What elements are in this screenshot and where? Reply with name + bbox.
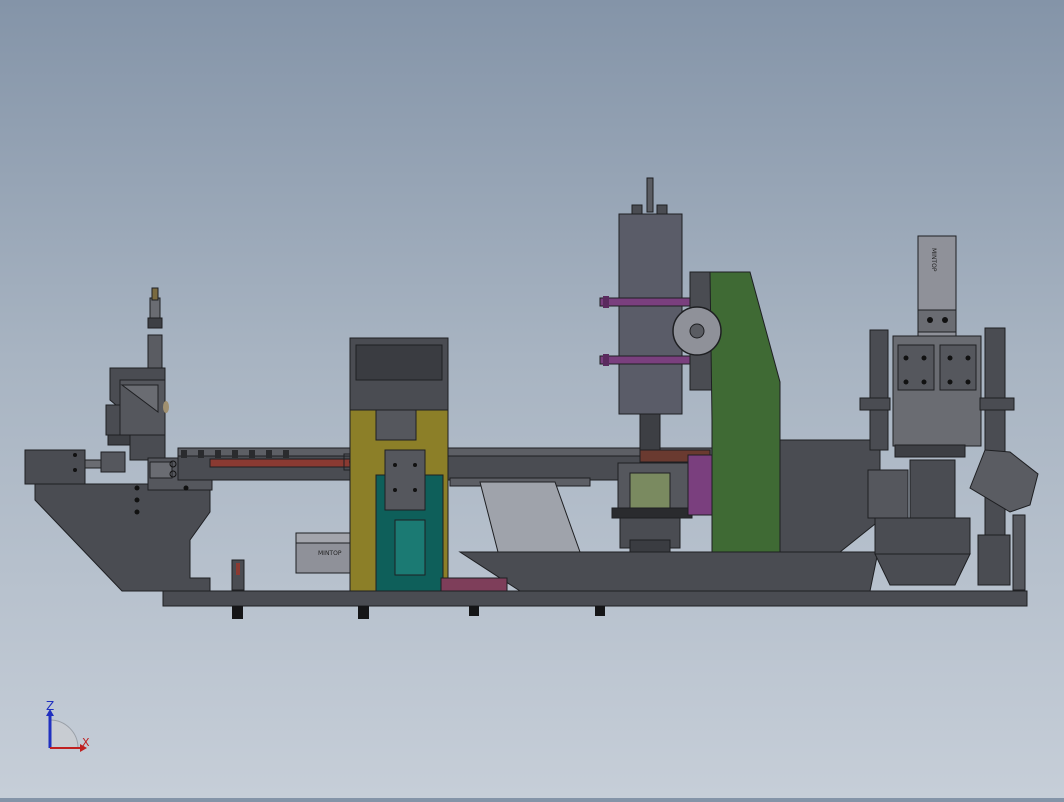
cad-viewport[interactable]: MINTOP MINTOP Z X xyxy=(0,0,1064,798)
base-plate xyxy=(162,590,1028,619)
slide-panel xyxy=(479,481,581,553)
hopper-tray xyxy=(440,551,879,592)
z-axis-label: Z xyxy=(46,699,54,713)
x-axis-label: X xyxy=(82,736,90,749)
coordinate-triad: Z X xyxy=(46,699,90,752)
tilted-bin xyxy=(969,449,1039,513)
vertical-cylinder-label: MINTOP xyxy=(930,248,937,272)
motor-column xyxy=(599,177,693,451)
cylinder-label: MINTOP xyxy=(318,550,342,557)
left-cylinder-tower xyxy=(105,287,169,461)
lower-left-cylinder: MINTOP xyxy=(231,532,371,591)
leveling-feet xyxy=(232,606,605,619)
right-tower: MINTOP xyxy=(859,235,1026,591)
rotary-unit xyxy=(611,449,713,553)
assembly-drawing: MINTOP MINTOP Z X xyxy=(24,177,1039,752)
right-guard xyxy=(779,439,881,553)
center-station xyxy=(349,337,449,592)
